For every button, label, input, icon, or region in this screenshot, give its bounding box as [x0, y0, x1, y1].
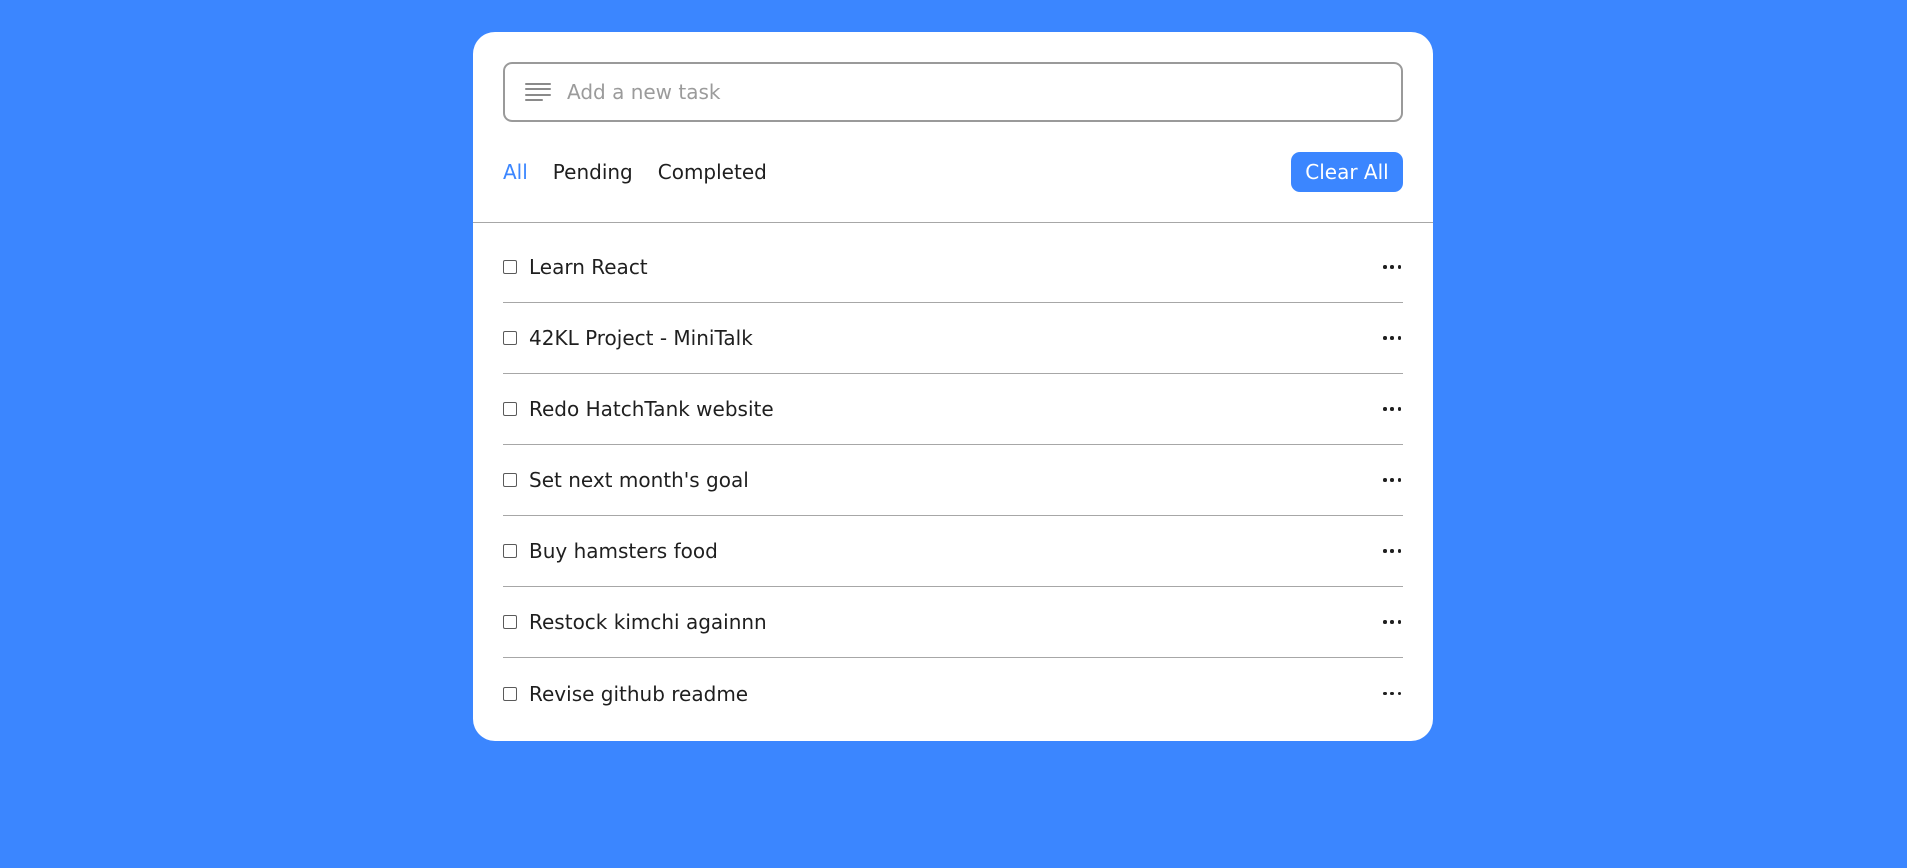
- task-checkbox[interactable]: [503, 544, 517, 558]
- filter-pending[interactable]: Pending: [553, 160, 633, 184]
- more-horizontal-icon[interactable]: [1383, 471, 1401, 489]
- task-checkbox[interactable]: [503, 473, 517, 487]
- todo-card: All Pending Completed Clear All Learn Re…: [473, 32, 1433, 741]
- task-item: Buy hamsters food: [503, 516, 1403, 587]
- task-label: Set next month's goal: [529, 468, 749, 492]
- task-item: Set next month's goal: [503, 445, 1403, 516]
- task-label: Redo HatchTank website: [529, 397, 774, 421]
- task-list: Learn React 42KL Project - MiniTalk Redo…: [503, 232, 1403, 729]
- filter-tabs: All Pending Completed: [503, 160, 792, 184]
- task-checkbox[interactable]: [503, 260, 517, 274]
- task-checkbox[interactable]: [503, 686, 517, 701]
- divider: [473, 222, 1433, 223]
- filter-completed[interactable]: Completed: [658, 160, 767, 184]
- task-label: Revise github readme: [529, 681, 749, 706]
- more-horizontal-icon[interactable]: [1383, 613, 1401, 631]
- text-lines-icon: [525, 82, 551, 102]
- task-input[interactable]: [567, 72, 1387, 112]
- task-label: Restock kimchi againnn: [529, 610, 767, 634]
- task-item: 42KL Project - MiniTalk: [503, 303, 1403, 374]
- task-checkbox[interactable]: [503, 331, 517, 345]
- task-input-container[interactable]: [503, 62, 1403, 122]
- task-item: Restock kimchi againnn: [503, 587, 1403, 658]
- task-label: 42KL Project - MiniTalk: [529, 326, 753, 350]
- task-checkbox[interactable]: [503, 402, 517, 416]
- more-horizontal-icon[interactable]: [1383, 329, 1401, 347]
- task-label: Learn React: [529, 255, 648, 279]
- task-label: Buy hamsters food: [529, 539, 718, 563]
- task-item: Revise github readme: [503, 658, 1403, 729]
- more-horizontal-icon[interactable]: [1383, 400, 1401, 418]
- clear-all-button[interactable]: Clear All: [1291, 152, 1403, 192]
- task-item: Redo HatchTank website: [503, 374, 1403, 445]
- more-horizontal-icon[interactable]: [1383, 685, 1401, 703]
- more-horizontal-icon[interactable]: [1383, 258, 1401, 276]
- task-controls: All Pending Completed Clear All: [503, 152, 1403, 192]
- task-checkbox[interactable]: [503, 615, 517, 629]
- task-item: Learn React: [503, 232, 1403, 303]
- filter-all[interactable]: All: [503, 160, 528, 184]
- more-horizontal-icon[interactable]: [1383, 542, 1401, 560]
